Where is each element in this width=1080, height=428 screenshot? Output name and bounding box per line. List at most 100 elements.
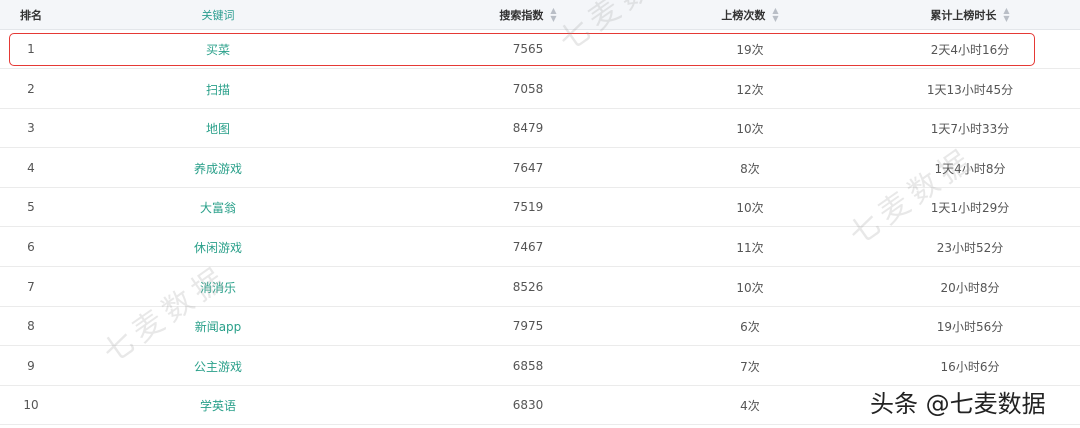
times-cell-container: 19次 [650,30,850,68]
keyword-link[interactable]: 地图 [206,120,230,137]
sort-icon[interactable]: ▲ ▼ [550,6,556,23]
search-index-cell-container: 7467 [428,228,628,266]
keyword-link[interactable]: 新闻app [195,318,242,335]
keyword-link[interactable]: 买菜 [206,41,230,58]
rank-cell: 10 [23,398,39,412]
rank-cell-container: 4 [0,149,62,187]
search-index-cell-container: 8479 [428,109,628,147]
search-index-cell-container: 7058 [428,70,628,108]
times-cell-container: 10次 [650,188,850,226]
duration-cell-container: 23小时52分 [870,228,1070,266]
keyword-link[interactable]: 养成游戏 [194,160,242,177]
keyword-link[interactable]: 大富翁 [200,199,236,216]
header-search-index[interactable]: 搜索指数 ▲ ▼ [428,0,628,29]
search-index-cell: 7058 [512,82,544,96]
search-index-cell: 8479 [512,121,544,135]
rank-cell-container: 9 [0,347,62,385]
keyword-link-container: 大富翁 [118,188,318,226]
times-cell-container: 11次 [650,228,850,266]
header-times[interactable]: 上榜次数 ▲ ▼ [650,0,850,29]
search-index-cell-container: 7565 [428,30,628,68]
times-cell-container: 7次 [650,347,850,385]
times-cell-container: 12次 [650,70,850,108]
times-cell: 8次 [740,161,760,176]
keyword-link-container: 消消乐 [118,268,318,306]
duration-cell-container: 1天13小时45分 [870,70,1070,108]
rank-cell-container: 10 [0,386,62,424]
search-index-cell-container: 7519 [428,188,628,226]
duration-cell-container: 20小时8分 [870,268,1070,306]
search-index-cell-container: 7647 [428,149,628,187]
times-cell: 4次 [740,398,760,413]
times-cell-container: 10次 [650,109,850,147]
times-cell: 11次 [736,240,764,255]
duration-cell-container: 2天4小时16分 [870,30,1070,68]
duration-cell-container: 16小时6分 [870,347,1070,385]
rank-cell: 7 [27,280,35,294]
duration-cell: 16小时6分 [940,359,1000,374]
duration-cell: 20小时8分 [940,280,1000,295]
times-cell-container: 4次 [650,386,850,424]
rank-cell-container: 1 [0,30,62,68]
search-index-cell: 6858 [512,359,544,373]
duration-cell: 1天13小时45分 [926,82,1014,97]
table-row: 8 新闻app 7975 6次 19小时56分 [0,307,1080,346]
rank-cell-container: 6 [0,228,62,266]
keyword-link[interactable]: 消消乐 [200,279,236,296]
rank-cell-container: 8 [0,307,62,345]
keyword-link-container: 扫描 [118,70,318,108]
times-cell: 6次 [740,319,760,334]
search-index-cell-container: 6858 [428,347,628,385]
times-cell: 10次 [736,280,764,295]
keyword-link[interactable]: 学英语 [200,397,236,414]
duration-cell-container: 1天7小时33分 [870,109,1070,147]
duration-cell: 2天4小时16分 [930,42,1010,57]
rank-cell: 3 [27,121,35,135]
rank-cell-container: 2 [0,70,62,108]
table-row: 1 买菜 7565 19次 2天4小时16分 [0,30,1080,69]
table-row: 4 养成游戏 7647 8次 1天4小时8分 [0,149,1080,188]
search-index-cell: 7565 [512,42,544,56]
table-row: 6 休闲游戏 7467 11次 23小时52分 [0,228,1080,267]
keyword-link-container: 新闻app [118,307,318,345]
keyword-link[interactable]: 扫描 [206,81,230,98]
duration-cell: 23小时52分 [936,240,1004,255]
rank-cell: 4 [27,161,35,175]
rank-cell: 6 [27,240,35,254]
header-rank: 排名 [20,8,42,22]
search-index-cell-container: 6830 [428,386,628,424]
sort-icon[interactable]: ▲ ▼ [1003,6,1009,23]
keyword-link-container: 买菜 [118,30,318,68]
search-index-cell: 7467 [512,240,544,254]
search-index-cell: 8526 [512,280,544,294]
times-cell-container: 8次 [650,149,850,187]
duration-cell: 19小时56分 [936,319,1004,334]
keyword-link-container: 学英语 [118,386,318,424]
rank-cell-container: 3 [0,109,62,147]
times-cell-container: 6次 [650,307,850,345]
duration-cell: 1天1小时29分 [930,200,1010,215]
search-index-cell-container: 8526 [428,268,628,306]
keyword-link-container: 养成游戏 [118,149,318,187]
header-keyword[interactable]: 关键词 [118,0,318,29]
rank-cell: 5 [27,200,35,214]
duration-cell-container: 19小时56分 [870,307,1070,345]
rank-cell-container: 7 [0,268,62,306]
duration-cell-container: 1天4小时8分 [870,149,1070,187]
keyword-link[interactable]: 休闲游戏 [194,239,242,256]
search-index-cell: 7519 [512,200,544,214]
table-row: 3 地图 8479 10次 1天7小时33分 [0,109,1080,148]
keyword-link[interactable]: 公主游戏 [194,358,242,375]
search-index-cell: 6830 [512,398,544,412]
table-header: 排名 关键词 搜索指数 ▲ ▼ 上榜次数 ▲ ▼ 累计上榜时长 ▲ ▼ [0,0,1080,30]
duration-cell-container: 1天1小时29分 [870,188,1070,226]
sort-icon[interactable]: ▲ ▼ [772,6,778,23]
times-cell: 10次 [736,200,764,215]
header-duration[interactable]: 累计上榜时长 ▲ ▼ [870,0,1070,29]
duration-cell: 1天7小时33分 [930,121,1010,136]
duration-cell: 1天4小时8分 [934,161,1006,176]
rank-cell: 2 [27,82,35,96]
times-cell: 7次 [740,359,760,374]
times-cell-container: 10次 [650,268,850,306]
search-index-cell: 7647 [512,161,544,175]
